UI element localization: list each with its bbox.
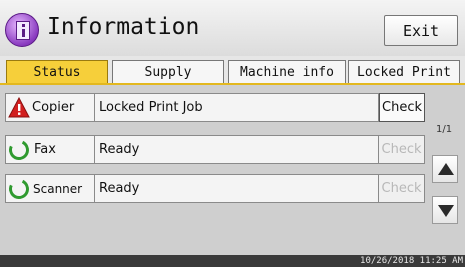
status-row-copier: Copier Locked Print Job Check xyxy=(5,93,430,122)
device-name: Fax xyxy=(34,142,56,157)
device-status: Locked Print Job xyxy=(95,93,379,122)
status-bar: 10/26/2018 11:25 AM xyxy=(0,255,465,267)
scroll-up-button[interactable] xyxy=(432,155,458,183)
device-name: Copier xyxy=(32,100,75,115)
device-name: Scanner xyxy=(33,182,83,196)
date-time: 10/26/2018 11:25 AM xyxy=(360,256,463,266)
tab-status[interactable]: Status xyxy=(6,60,108,84)
ready-icon xyxy=(6,176,32,202)
status-panel: Copier Locked Print Job Check Fax Ready … xyxy=(0,85,465,255)
header-bar: Information Exit xyxy=(0,0,465,56)
tab-label: Locked Print xyxy=(357,65,451,80)
page-indicator: 1/1 xyxy=(436,124,453,135)
tab-supply[interactable]: Supply xyxy=(112,60,224,84)
page-title: Information xyxy=(47,14,200,40)
warning-icon xyxy=(8,97,30,118)
tab-bar: Status Supply Machine info Locked Print xyxy=(0,56,465,84)
tab-label: Machine info xyxy=(240,65,334,80)
tab-label: Status xyxy=(33,65,81,80)
check-button-scanner[interactable]: Check xyxy=(379,174,425,203)
device-status: Ready xyxy=(95,174,379,203)
tab-label: Supply xyxy=(144,65,192,80)
device-name-cell: Copier xyxy=(5,93,95,122)
check-button-fax[interactable]: Check xyxy=(379,135,425,164)
status-row-scanner: Scanner Ready Check xyxy=(5,174,430,203)
ready-icon xyxy=(6,137,32,163)
exit-button[interactable]: Exit xyxy=(384,15,458,46)
device-status: Ready xyxy=(95,135,379,164)
check-button-copier[interactable]: Check xyxy=(379,93,425,122)
device-name-cell: Scanner xyxy=(5,174,95,203)
scroll-down-button[interactable] xyxy=(432,196,458,224)
information-icon xyxy=(5,13,39,47)
arrow-up-icon xyxy=(438,163,454,175)
device-name-cell: Fax xyxy=(5,135,95,164)
arrow-down-icon xyxy=(438,205,454,217)
status-row-fax: Fax Ready Check xyxy=(5,135,430,164)
tab-locked-print[interactable]: Locked Print xyxy=(348,60,460,84)
tab-machine-info[interactable]: Machine info xyxy=(228,60,346,84)
